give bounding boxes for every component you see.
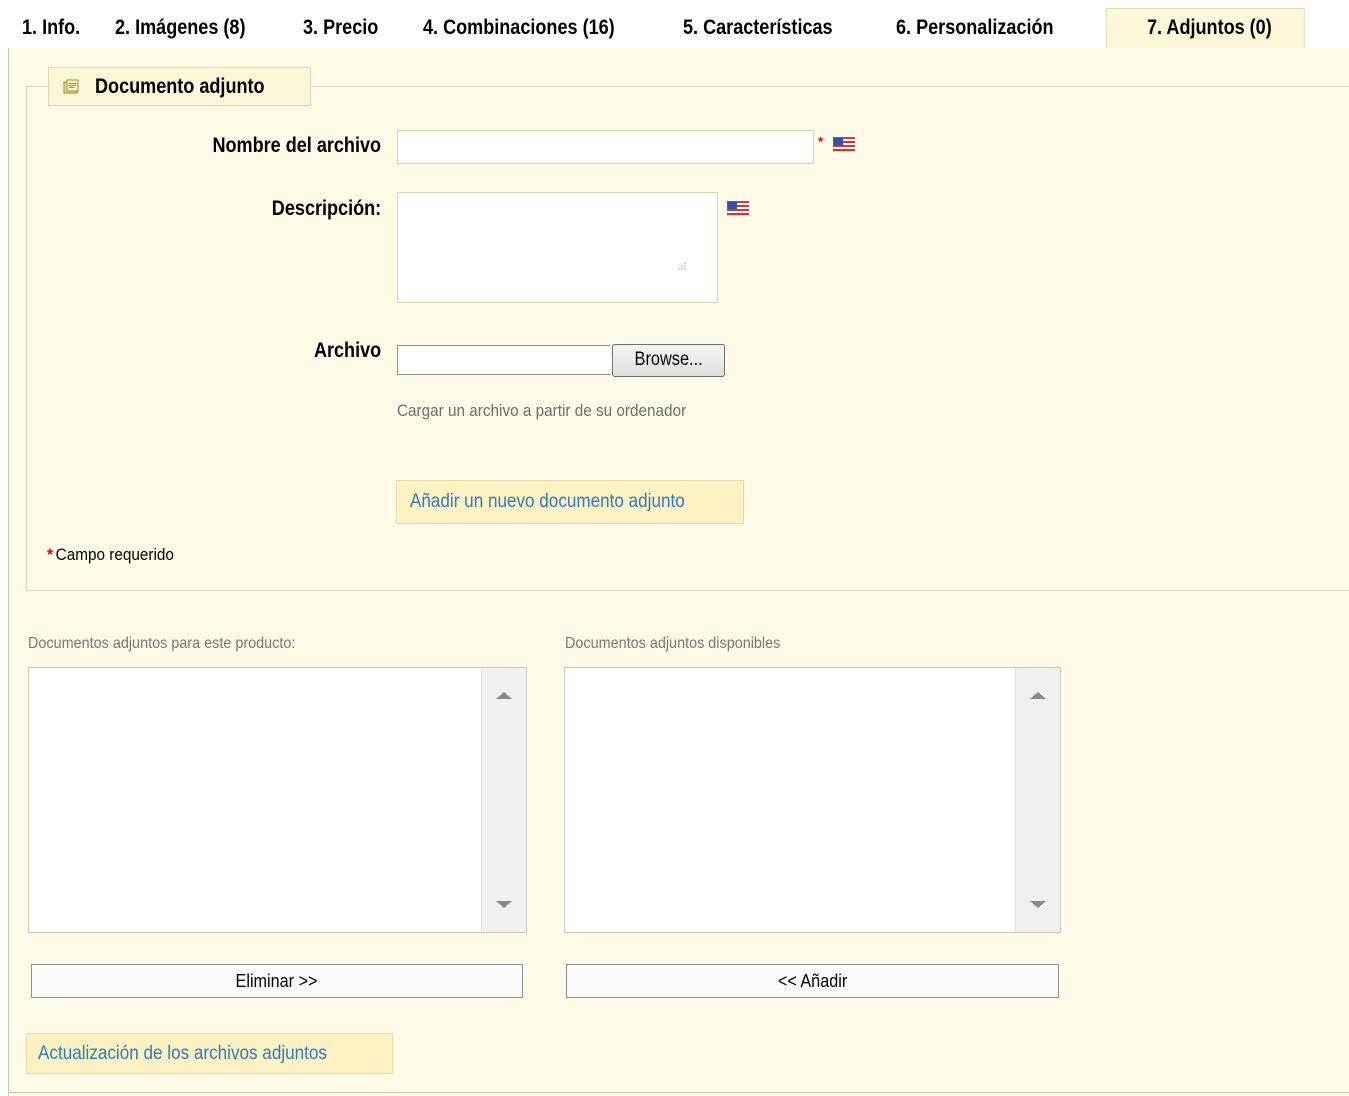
attachment-icon (63, 79, 79, 94)
update-attachments-button-label: Actualización de los archivos adjuntos (38, 1043, 327, 1064)
fieldset-legend-label: Documento adjunto (95, 75, 265, 98)
us-flag-icon[interactable] (727, 201, 749, 216)
browse-button[interactable]: Browse... (612, 344, 725, 377)
add-attachment-button-label: Añadir un nuevo documento adjunto (410, 491, 685, 512)
remove-attachment-button-label: Eliminar >> (236, 971, 318, 991)
tab-features[interactable]: 5. Características (683, 8, 833, 48)
add-to-product-button-label: << Añadir (777, 971, 848, 991)
scroll-down-arrow-icon[interactable] (496, 901, 512, 908)
remove-attachment-button[interactable]: Eliminar >> (31, 964, 523, 998)
fieldset-legend: Documento adjunto (48, 67, 311, 106)
scroll-down-arrow-icon[interactable] (1030, 901, 1046, 908)
us-flag-icon[interactable] (833, 137, 855, 152)
tab-bar: 1. Info. 2. Imágenes (8) 3. Precio 4. Co… (8, 8, 1349, 48)
available-attachments-list[interactable] (564, 667, 1061, 933)
file-path-input[interactable] (397, 345, 610, 375)
product-attachments-title: Documentos adjuntos para este producto: (28, 635, 296, 652)
scroll-up-arrow-icon[interactable] (496, 692, 512, 699)
tab-customization[interactable]: 6. Personalización (896, 8, 1054, 48)
filename-input[interactable] (397, 130, 814, 164)
scrollbar[interactable] (481, 668, 526, 932)
available-attachments-title: Documentos adjuntos disponibles (565, 635, 781, 652)
tab-info[interactable]: 1. Info. (22, 8, 80, 48)
tab-combinations[interactable]: 4. Combinaciones (16) (423, 8, 615, 48)
add-to-product-button[interactable]: << Añadir (566, 964, 1059, 998)
description-label: Descripción: (271, 197, 381, 220)
resize-grip-icon[interactable] (673, 260, 687, 274)
required-note-star: * (47, 545, 53, 564)
panel-bottom-border (8, 1092, 1349, 1093)
file-label: Archivo (313, 339, 381, 362)
scroll-up-arrow-icon[interactable] (1030, 692, 1046, 699)
tab-images[interactable]: 2. Imágenes (8) (115, 8, 245, 48)
product-attachments-list[interactable] (28, 667, 527, 933)
required-field-note: * Campo requerido (47, 545, 174, 565)
file-hint: Cargar un archivo a partir de su ordenad… (397, 401, 687, 420)
scrollbar[interactable] (1015, 668, 1060, 932)
required-note-text: Campo requerido (55, 545, 174, 564)
description-textarea[interactable] (397, 192, 718, 303)
tab-price[interactable]: 3. Precio (303, 8, 378, 48)
filename-label: Nombre del archivo (212, 134, 381, 157)
required-marker: * (818, 134, 824, 149)
update-attachments-button[interactable]: Actualización de los archivos adjuntos (26, 1033, 393, 1074)
tab-attachments[interactable]: 7. Adjuntos (0) (1147, 8, 1272, 48)
browse-button-label: Browse... (634, 349, 703, 370)
add-attachment-button[interactable]: Añadir un nuevo documento adjunto (396, 480, 744, 524)
